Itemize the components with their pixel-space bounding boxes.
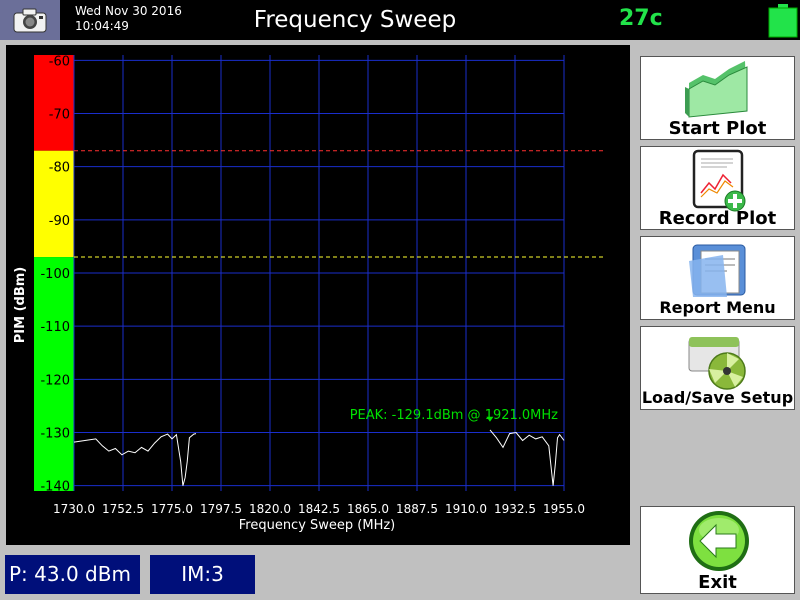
x-tick-label: 1955.0 <box>543 502 585 516</box>
load-save-setup-button[interactable]: Load/Save Setup <box>640 326 795 410</box>
exit-button[interactable]: Exit <box>640 506 795 594</box>
folder-disk-icon <box>688 337 746 390</box>
y-tick-label: -130 <box>40 427 70 442</box>
y-tick-label: -110 <box>40 320 70 335</box>
y-tick-label: -90 <box>49 214 70 229</box>
battery-icon <box>768 4 798 38</box>
temperature-readout: 27c <box>619 6 663 31</box>
sweep-trace-0 <box>73 433 197 486</box>
frequency-sweep-chart: -60-70-80-90-100-110-120-130-140 1730.0 1… <box>13 54 606 533</box>
x-tick-label: 1752.5 <box>102 502 144 516</box>
y-tick-label: -140 <box>40 480 70 495</box>
plot-panel: -60 -70 -80 -90 -100 -110 -120 -130 -140 1730.0 1… <box>6 45 630 545</box>
y-axis-label: PIM (dBm) <box>13 267 28 343</box>
zone-bar-0 <box>34 55 74 151</box>
start-plot-button[interactable]: Start Plot <box>640 56 795 140</box>
x-tick-label: 1932.5 <box>494 502 536 516</box>
x-tick-labels: 1730.0 1752.5 1775.0 1797.5 1820.0 1842.5 1865… <box>53 502 585 516</box>
y-tick-label: -60 <box>49 54 70 69</box>
x-tick-label: 1730.0 <box>53 502 95 516</box>
report-menu-button[interactable]: Report Menu <box>640 236 795 320</box>
x-tick-label: 1842.5 <box>298 502 340 516</box>
sweep-trace-1 <box>489 429 565 486</box>
peak-label: PEAK: -129.1dBm @ 1921.0MHz <box>350 408 558 423</box>
x-axis-label: Frequency Sweep (MHz) <box>239 518 396 533</box>
start-plot-label: Start Plot <box>668 118 767 139</box>
y-tick-label: -80 <box>49 161 70 176</box>
im-order-readout: IM:3 <box>150 555 255 594</box>
header-bar: Wed Nov 30 2016 10:04:49 Frequency Sweep… <box>0 0 800 40</box>
x-tick-label: 1865.0 <box>347 502 389 516</box>
y-tick-label: -120 <box>40 373 70 388</box>
x-tick-label: 1820.0 <box>249 502 291 516</box>
line-chart-icon <box>685 61 748 118</box>
y-tick-label: -100 <box>40 267 70 282</box>
report-menu-label: Report Menu <box>659 298 776 317</box>
record-report-icon <box>692 149 746 212</box>
page-title: Frequency Sweep <box>253 7 457 33</box>
record-plot-label: Record Plot <box>658 208 777 229</box>
x-tick-label: 1797.5 <box>200 502 242 516</box>
back-arrow-icon <box>689 511 749 571</box>
report-folder-icon <box>689 244 746 297</box>
record-plot-button[interactable]: Record Plot <box>640 146 795 230</box>
load-save-setup-label: Load/Save Setup <box>641 388 794 407</box>
exit-label: Exit <box>698 572 737 593</box>
y-tick-label: -70 <box>49 107 70 122</box>
x-tick-label: 1887.5 <box>396 502 438 516</box>
x-tick-label: 1775.0 <box>151 502 193 516</box>
power-readout: P: 43.0 dBm <box>5 555 140 594</box>
plot-grid <box>73 55 565 491</box>
x-tick-label: 1910.0 <box>445 502 487 516</box>
